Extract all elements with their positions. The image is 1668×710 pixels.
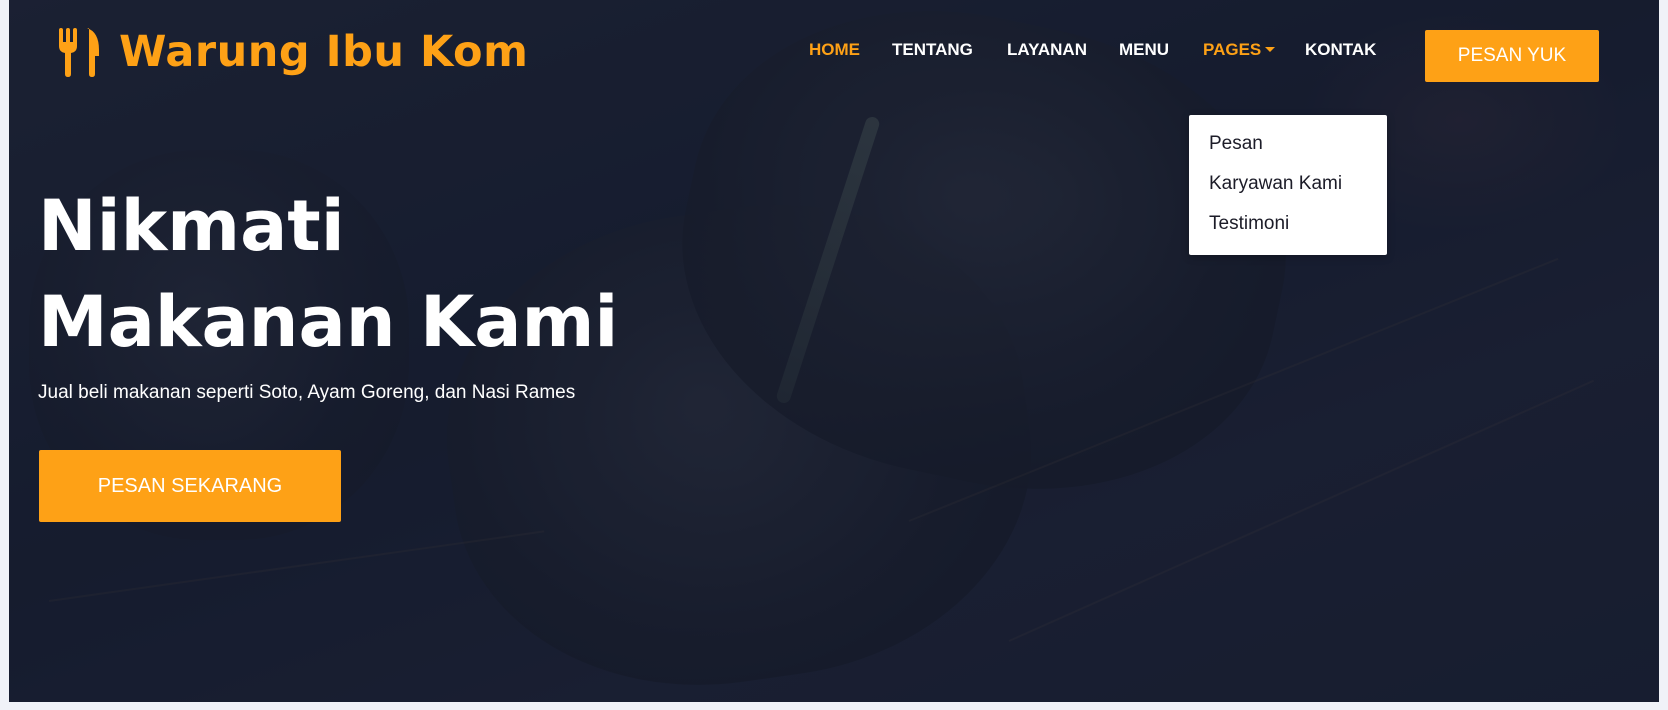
brand-logo[interactable]: Warung Ibu Kom xyxy=(57,22,528,82)
pages-dropdown-menu: Pesan Karyawan Kami Testimoni xyxy=(1189,115,1387,255)
caret-down-icon xyxy=(1265,47,1276,52)
hero-title-line-2: Makanan Kami xyxy=(38,281,619,363)
dropdown-item-pesan[interactable]: Pesan xyxy=(1209,133,1263,155)
dropdown-item-karyawan[interactable]: Karyawan Kami xyxy=(1209,173,1342,195)
pesan-sekarang-button[interactable]: PESAN SEKARANG xyxy=(39,450,341,522)
utensils-icon xyxy=(59,28,99,77)
hero-title: Nikmati Makanan Kami xyxy=(38,178,618,370)
nav-menu[interactable]: MENU xyxy=(1119,40,1169,60)
nav-layanan[interactable]: LAYANAN xyxy=(1007,40,1087,60)
hero-title-line-1: Nikmati xyxy=(38,185,345,267)
dropdown-item-testimoni[interactable]: Testimoni xyxy=(1209,213,1289,235)
brand-name: Warung Ibu Kom xyxy=(119,27,529,77)
hero-subtitle: Jual beli makanan seperti Soto, Ayam Gor… xyxy=(38,382,576,403)
nav-pages[interactable]: PAGES xyxy=(1203,40,1276,60)
nav-tentang[interactable]: TENTANG xyxy=(892,40,973,60)
pesan-yuk-button[interactable]: PESAN YUK xyxy=(1425,30,1599,82)
nav-home[interactable]: HOME xyxy=(809,40,860,60)
nav-kontak[interactable]: KONTAK xyxy=(1305,40,1376,60)
nav-pages-label: PAGES xyxy=(1203,40,1262,59)
